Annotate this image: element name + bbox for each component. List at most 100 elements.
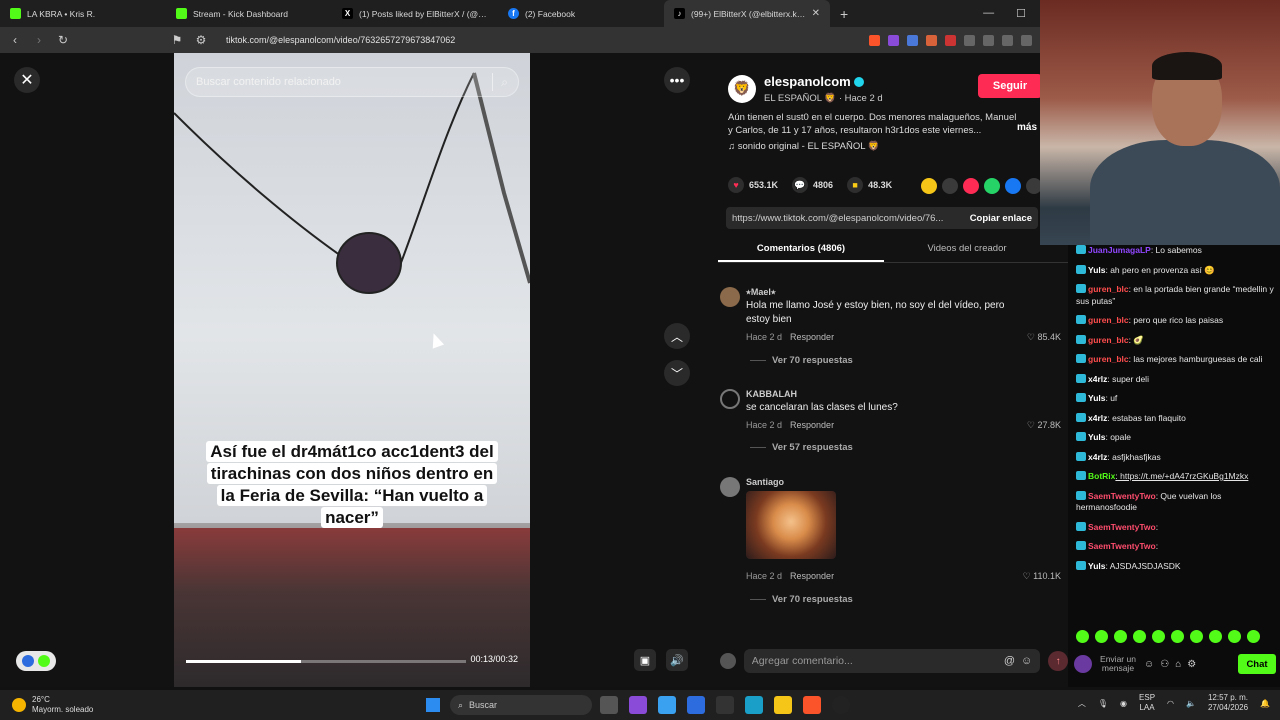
chat-username[interactable]: guren_blc (1088, 335, 1129, 345)
more-link[interactable]: más (1017, 122, 1037, 133)
store-icon[interactable]: ⌂ (1175, 659, 1181, 670)
chat-username[interactable]: guren_blc (1088, 354, 1129, 364)
task-view-icon[interactable] (600, 696, 618, 714)
chat-username[interactable]: SaemTwentyTwo (1088, 541, 1156, 551)
chat-input[interactable]: Enviar un mensaje (1098, 655, 1138, 673)
bookmark-icon[interactable]: ■ (847, 177, 864, 193)
network-icon[interactable]: ◉ (1120, 699, 1127, 708)
windows-start-icon[interactable] (426, 698, 440, 712)
comment-icon[interactable]: 💬 (792, 177, 809, 193)
users-icon[interactable]: ⚇ (1160, 659, 1169, 670)
notifications-icon[interactable]: 🔔 (1260, 699, 1270, 708)
emote-icon[interactable] (1152, 630, 1165, 643)
edge-icon[interactable] (745, 696, 763, 714)
extension-icon[interactable] (926, 34, 937, 46)
volume-icon[interactable]: 🔊 (666, 649, 688, 671)
view-replies-button[interactable]: Ver 70 respuestas (750, 594, 853, 605)
comment-like[interactable]: ♡ 85.4K (1027, 332, 1061, 343)
view-replies-button[interactable]: Ver 70 respuestas (750, 355, 853, 366)
chat-username[interactable]: JuanJumagaLP (1088, 245, 1151, 255)
browser-tab[interactable]: LA KBRA • Kris R. (0, 0, 166, 27)
facebook-icon[interactable] (1005, 178, 1021, 194)
send-chat-button[interactable]: Chat (1238, 654, 1276, 674)
comment-input-box[interactable]: @ ☺ (743, 649, 1041, 673)
emote-icon[interactable] (1171, 630, 1184, 643)
embed-icon[interactable] (942, 178, 958, 194)
comment-input[interactable] (751, 655, 998, 667)
chat-username[interactable]: guren_blc (1088, 284, 1129, 294)
more-options-button[interactable]: ••• (664, 67, 690, 93)
reload-icon[interactable]: ↻ (56, 33, 70, 47)
extension-badge[interactable] (16, 651, 56, 671)
send-icon[interactable] (963, 178, 979, 194)
chat-username[interactable]: x4rlz (1088, 413, 1107, 423)
related-search-input[interactable] (196, 76, 485, 88)
weather-widget[interactable]: 26°C Mayorm. soleado (12, 695, 93, 715)
like-stat[interactable]: ♥ 653.1K (728, 177, 778, 193)
send-comment-button[interactable]: ↑ (1048, 651, 1068, 671)
browser-tab-active[interactable]: ♪ (99+) ElBitterX (@elbitterx.kick ✕ (664, 0, 830, 27)
minimize-icon[interactable]: — (983, 7, 994, 20)
mention-icon[interactable]: @ (1004, 655, 1015, 667)
chevron-up-icon[interactable]: ︿ (1078, 698, 1086, 709)
chat-username[interactable]: BotRix (1088, 471, 1115, 481)
author-name[interactable]: elespanolcom (764, 74, 851, 89)
extension-icon[interactable] (945, 34, 956, 46)
heart-icon[interactable]: ♥ (728, 177, 744, 193)
chat-username[interactable]: Yuls (1088, 393, 1105, 403)
emote-icon[interactable] (1114, 630, 1127, 643)
puzzle-icon[interactable] (964, 34, 975, 46)
wifi-icon[interactable]: ◠ (1167, 699, 1174, 708)
site-settings-icon[interactable]: ⚙ (194, 33, 208, 47)
menu-icon[interactable] (1021, 34, 1032, 46)
emote-icon[interactable] (1133, 630, 1146, 643)
terminal-icon[interactable] (716, 696, 734, 714)
explorer-icon[interactable] (774, 696, 792, 714)
emote-icon[interactable] (1076, 630, 1089, 643)
related-search-box[interactable]: ⌕ (185, 67, 519, 97)
clock[interactable]: 12:57 p. m. 27/04/2026 (1208, 693, 1248, 713)
maximize-icon[interactable]: ☐ (1016, 7, 1026, 20)
taskbar-search[interactable]: ⌕ Buscar (450, 695, 592, 715)
reply-button[interactable]: Responder (790, 332, 834, 342)
previous-video-button[interactable]: ︿ (664, 323, 690, 349)
bookmark-icon[interactable]: ⚑ (170, 33, 184, 47)
chat-username[interactable]: Yuls (1088, 561, 1105, 571)
brave-shield-icon[interactable] (869, 34, 880, 46)
video-player[interactable]: ⌕ Así fue el dr4mát1co acc1dent3 del tir… (174, 53, 530, 687)
avatar[interactable] (720, 389, 740, 409)
sidebar-icon[interactable] (983, 34, 994, 46)
mic-icon[interactable]: 🎙 (1098, 699, 1108, 708)
translate-icon[interactable] (907, 34, 918, 46)
speaker-icon[interactable]: 🔈 (1186, 699, 1196, 708)
store-icon[interactable] (687, 696, 705, 714)
mic-icon[interactable] (1074, 655, 1092, 673)
browser-tab[interactable]: X (1) Posts liked by ElBitterX / (@ElBi (332, 0, 498, 27)
snipping-tool-icon[interactable] (629, 696, 647, 714)
back-icon[interactable]: ‹ (8, 33, 22, 47)
gear-icon[interactable]: ⚙ (1187, 659, 1196, 670)
wallet-icon[interactable] (1002, 34, 1013, 46)
avatar[interactable] (720, 477, 740, 497)
browser-tab[interactable]: f (2) Facebook (498, 0, 664, 27)
emote-icon[interactable] (1228, 630, 1241, 643)
reply-button[interactable]: Responder (790, 420, 834, 430)
chat-username[interactable]: Yuls (1088, 265, 1105, 275)
obs-icon[interactable] (832, 696, 850, 714)
repost-icon[interactable] (921, 178, 937, 194)
chat-username[interactable]: SaemTwentyTwo (1088, 522, 1156, 532)
share-link-url[interactable]: https://www.tiktok.com/@elespanolcom/vid… (732, 213, 970, 224)
emote-picker-icon[interactable]: ☺ (1144, 659, 1154, 670)
emote-icon[interactable] (1190, 630, 1203, 643)
comment-username[interactable]: ⭑Mael⭑ (746, 287, 776, 298)
chat-username[interactable]: guren_blc (1088, 315, 1129, 325)
whatsapp-icon[interactable] (984, 178, 1000, 194)
author-block[interactable]: 🦁 elespanolcom EL ESPAÑOL 🦁 · Hace 2 d (728, 73, 883, 104)
chat-username[interactable]: SaemTwentyTwo (1088, 491, 1156, 501)
mini-player-icon[interactable]: ▣ (634, 649, 656, 671)
rewards-icon[interactable] (888, 34, 899, 46)
comment-stat[interactable]: 💬 4806 (792, 177, 833, 193)
tab-creator-videos[interactable]: Videos del creador (884, 239, 1050, 262)
comment-like[interactable]: ♡ 110.1K (1023, 571, 1061, 582)
follow-button[interactable]: Seguir (978, 74, 1042, 98)
